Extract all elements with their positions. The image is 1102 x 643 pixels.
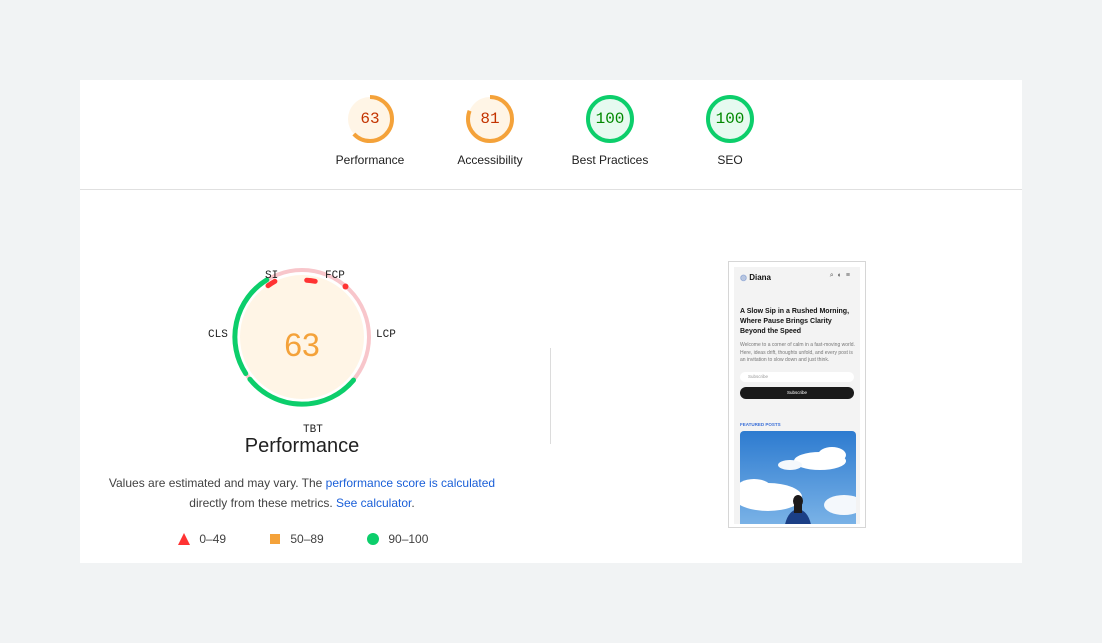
green-circle-icon xyxy=(367,533,379,545)
search-icon: ⌕ xyxy=(829,272,838,279)
performance-description: Values are estimated and may vary. The p… xyxy=(100,473,504,513)
see-calculator-link[interactable]: See calculator xyxy=(336,496,411,510)
legend-fail-label: 0–49 xyxy=(199,532,227,546)
performance-title: Performance xyxy=(244,435,360,457)
final-screenshot[interactable]: ◍ Diana ⌕◐≡ A Slow Sip in a Rushed Morni… xyxy=(728,261,866,528)
gauge-label: SEO xyxy=(717,153,743,167)
subscribe-button: Subscribe xyxy=(740,387,854,399)
menu-icon: ≡ xyxy=(845,272,854,279)
theme-toggle-icon: ◐ xyxy=(837,272,846,279)
site-name: Diana xyxy=(749,273,772,282)
legend-average: 50–89 xyxy=(269,532,324,546)
featured-posts-label: FEATURED POSTS xyxy=(740,422,781,427)
screenshot-content: ◍ Diana ⌕◐≡ A Slow Sip in a Rushed Morni… xyxy=(734,267,860,524)
gauge-score: 100 xyxy=(595,110,625,128)
performance-section: SI FCP LCP CLS TBT 63 Performance Values… xyxy=(80,190,1022,563)
red-triangle-icon xyxy=(178,533,190,545)
description-text: directly from these metrics. xyxy=(189,496,336,510)
legend-fail: 0–49 xyxy=(178,532,226,546)
header-icons: ⌕◐≡ xyxy=(830,272,854,280)
description-text: . xyxy=(411,496,415,510)
gauge-score: 100 xyxy=(715,110,745,128)
gauge-performance[interactable]: 63 Performance xyxy=(310,94,430,167)
sky-photo-icon xyxy=(740,431,856,524)
fcp-arc xyxy=(304,277,318,284)
gauge-best-practices[interactable]: 100 Best Practices xyxy=(550,94,670,167)
category-gauges: 63 Performance 81 Accessibility 100 Best… xyxy=(80,80,1022,190)
subscribe-input: Subscribe xyxy=(740,372,854,382)
gauge-label: Accessibility xyxy=(457,153,523,167)
orange-square-icon xyxy=(270,534,280,544)
lcp-marker xyxy=(342,283,349,290)
gauge-seo[interactable]: 100 SEO xyxy=(670,94,790,167)
site-logo: ◍ Diana xyxy=(740,273,771,282)
gauge-score: 63 xyxy=(360,110,380,128)
site-intro: Welcome to a corner of calm in a fast-mo… xyxy=(740,342,855,363)
legend-average-label: 50–89 xyxy=(290,532,324,546)
legend-pass-label: 90–100 xyxy=(388,532,429,546)
gauge-label: Performance xyxy=(335,153,405,167)
logo-mark-icon: ◍ xyxy=(740,273,747,282)
metric-label-cls: CLS xyxy=(208,329,228,341)
legend-pass: 90–100 xyxy=(367,532,428,546)
featured-post-image xyxy=(740,431,856,524)
gauge-accessibility[interactable]: 81 Accessibility xyxy=(430,94,550,167)
gauge-score: 81 xyxy=(480,110,500,128)
metric-label-fcp: FCP xyxy=(325,270,345,282)
metric-label-si: SI xyxy=(265,270,279,282)
divider xyxy=(550,348,551,444)
description-text: Values are estimated and may vary. The xyxy=(108,476,326,490)
score-calculated-link[interactable]: performance score is calculated xyxy=(326,476,495,490)
report-card: 63 Performance 81 Accessibility 100 Best… xyxy=(80,80,1022,563)
site-headline: A Slow Sip in a Rushed Morning, Where Pa… xyxy=(740,308,850,335)
metric-label-lcp: LCP xyxy=(376,329,396,341)
gauge-label: Best Practices xyxy=(571,153,649,167)
performance-score: 63 xyxy=(284,327,320,363)
